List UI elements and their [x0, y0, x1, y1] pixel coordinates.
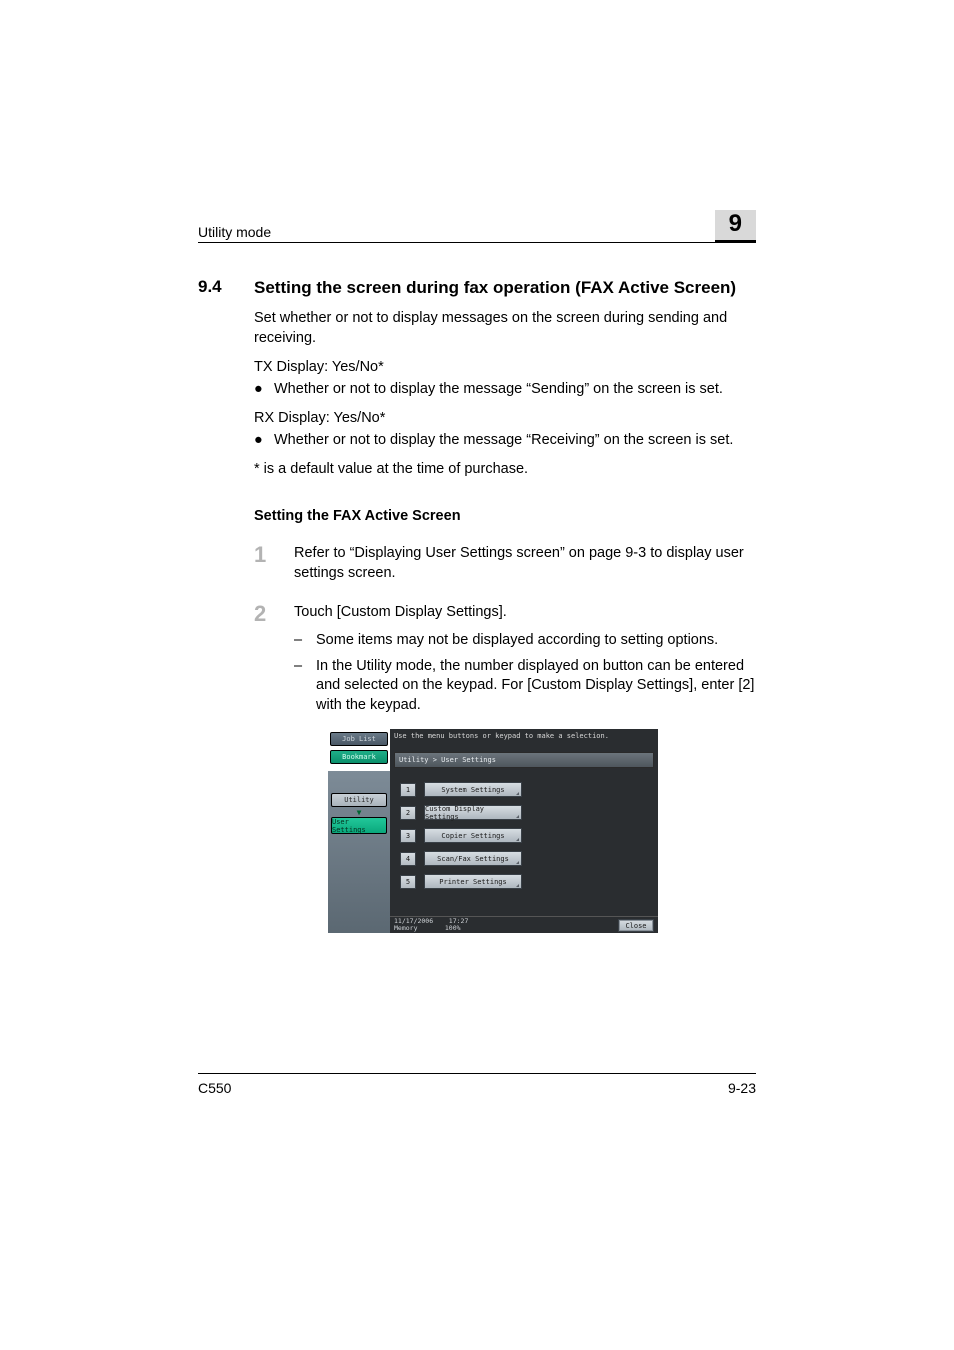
menu-number-5: 5 — [400, 875, 416, 889]
chapter-number-badge: 9 — [715, 210, 756, 243]
dash-icon: – — [294, 631, 316, 651]
menu-button-copier-settings[interactable]: Copier Settings — [424, 828, 522, 843]
menu-item-system-settings[interactable]: 1 System Settings — [400, 782, 658, 797]
running-header: Utility mode 9 — [198, 210, 756, 243]
user-settings-button[interactable]: User Settings — [331, 817, 387, 834]
menu-number-3: 3 — [400, 829, 416, 843]
menu-button-custom-display-settings[interactable]: Custom Display Settings — [424, 805, 522, 820]
default-note: * is a default value at the time of purc… — [254, 460, 756, 480]
menu-number-2: 2 — [400, 806, 416, 820]
instruction-text: Use the menu buttons or keypad to make a… — [390, 729, 658, 740]
step-2-text: Touch [Custom Display Settings]. — [294, 603, 756, 625]
note-1-text: Some items may not be displayed accordin… — [316, 631, 718, 651]
utility-button[interactable]: Utility — [331, 793, 387, 807]
menu-button-printer-settings[interactable]: Printer Settings — [424, 874, 522, 889]
page-footer: C550 9-23 — [198, 1073, 756, 1096]
section-number: 9.4 — [198, 277, 254, 299]
rx-display-line: RX Display: Yes/No* — [254, 409, 756, 429]
menu-item-scan-fax-settings[interactable]: 4 Scan/Fax Settings — [400, 851, 658, 866]
bullet-icon: ● — [254, 431, 274, 451]
footer-page-number: 9-23 — [728, 1080, 756, 1096]
menu-number-1: 1 — [400, 783, 416, 797]
rx-bullet: ● Whether or not to display the message … — [254, 431, 756, 451]
menu-item-printer-settings[interactable]: 5 Printer Settings — [400, 874, 658, 889]
step-number-1: 1 — [254, 544, 294, 583]
step-2-note-1: – Some items may not be displayed accord… — [294, 631, 756, 651]
footer-memory-label: Memory — [394, 924, 417, 932]
menu-button-system-settings[interactable]: System Settings — [424, 782, 522, 797]
running-head-text: Utility mode — [198, 224, 271, 240]
down-arrow-icon: ▼ — [328, 808, 390, 817]
bookmark-tab[interactable]: Bookmark — [330, 750, 388, 764]
device-footer: 11/17/2006 17:27 Memory 100% Close — [390, 916, 658, 933]
close-button[interactable]: Close — [618, 919, 654, 932]
intro-paragraph: Set whether or not to display messages o… — [254, 309, 756, 348]
device-screenshot: Job List Bookmark Utility ▼ User Setting… — [328, 729, 658, 933]
footer-model: C550 — [198, 1080, 231, 1096]
dash-icon: – — [294, 657, 316, 716]
job-list-tab[interactable]: Job List — [330, 732, 388, 746]
device-main-panel: Use the menu buttons or keypad to make a… — [390, 729, 658, 933]
section-title: Setting the screen during fax operation … — [254, 277, 736, 299]
subheading: Setting the FAX Active Screen — [254, 508, 756, 524]
menu-button-scan-fax-settings[interactable]: Scan/Fax Settings — [424, 851, 522, 866]
tx-display-line: TX Display: Yes/No* — [254, 358, 756, 378]
tx-bullet-text: Whether or not to display the message “S… — [274, 380, 723, 400]
breadcrumb-bar: Utility > User Settings — [394, 752, 654, 768]
note-2-text: In the Utility mode, the number displaye… — [316, 657, 756, 716]
menu-item-copier-settings[interactable]: 3 Copier Settings — [400, 828, 658, 843]
step-number-2: 2 — [254, 603, 294, 625]
menu-number-4: 4 — [400, 852, 416, 866]
rx-bullet-text: Whether or not to display the message “R… — [274, 431, 733, 451]
device-left-panel: Job List Bookmark Utility ▼ User Setting… — [328, 729, 390, 933]
step-2-note-2: – In the Utility mode, the number displa… — [294, 657, 756, 716]
menu-item-custom-display-settings[interactable]: 2 Custom Display Settings — [400, 805, 658, 820]
tx-bullet: ● Whether or not to display the message … — [254, 380, 756, 400]
step-1-text: Refer to “Displaying User Settings scree… — [294, 544, 756, 583]
footer-memory-value: 100% — [445, 924, 461, 932]
menu-list: 1 System Settings 2 Custom Display Setti… — [390, 782, 658, 889]
bullet-icon: ● — [254, 380, 274, 400]
device-left-bg: Utility ▼ User Settings — [328, 771, 390, 933]
